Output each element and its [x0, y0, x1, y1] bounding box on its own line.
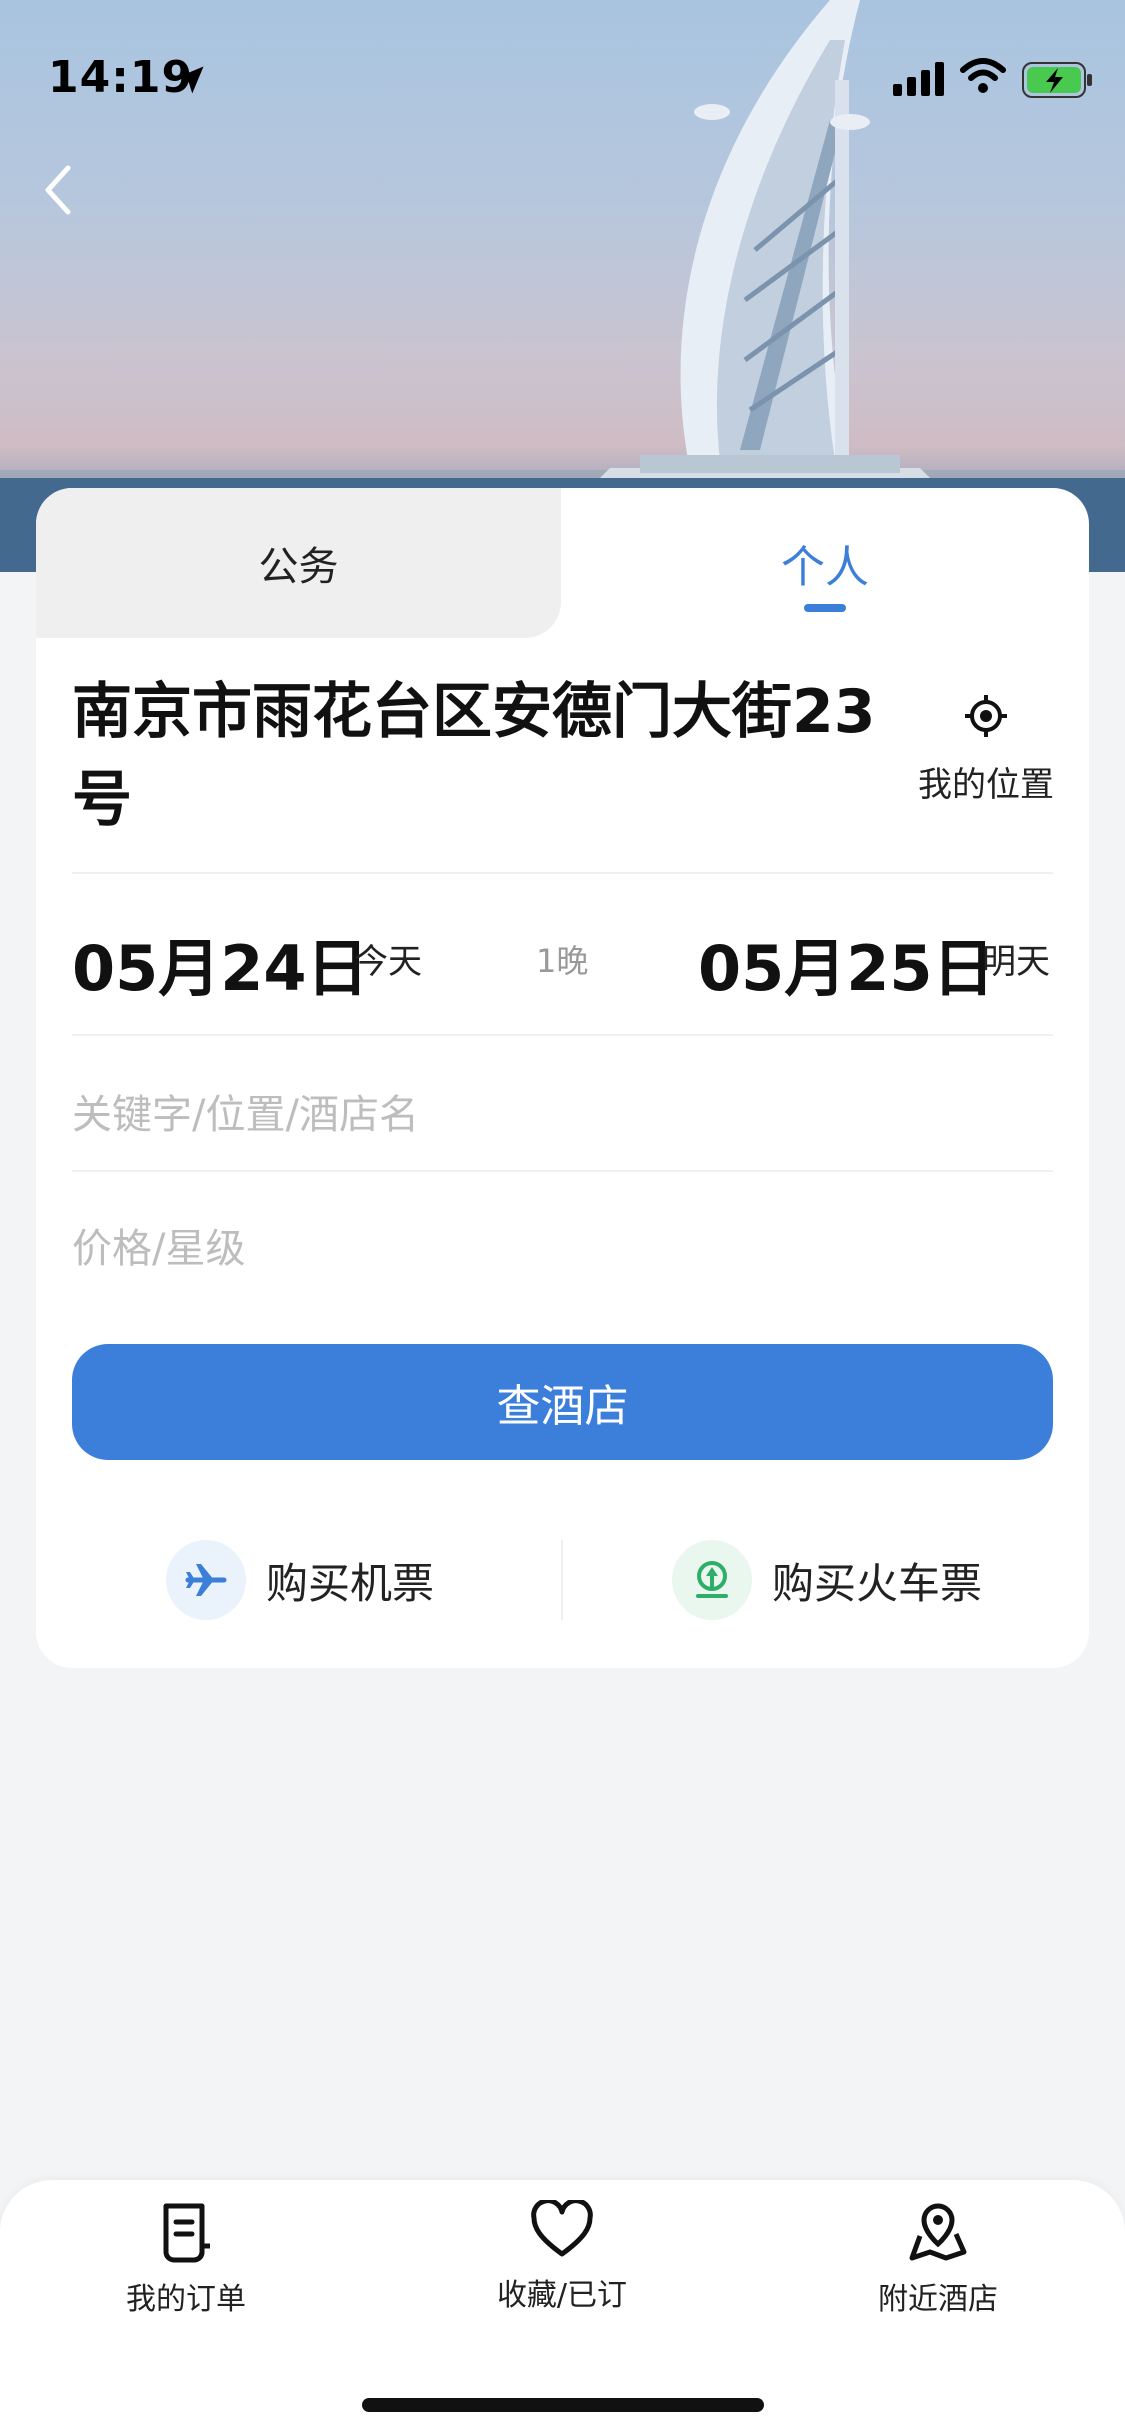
nav-nearby-hotels[interactable]: 附近酒店: [818, 2200, 1058, 2318]
check-out-day: 明天: [982, 942, 1050, 982]
my-location-label: 我的位置: [918, 765, 1054, 805]
active-tab-indicator: [804, 604, 846, 612]
back-button[interactable]: [38, 160, 98, 230]
buy-flight-tickets-link[interactable]: 购买机票: [166, 1540, 434, 1620]
quick-links-divider: [561, 1540, 563, 1620]
nav-favorites-label: 收藏/已订: [496, 2278, 628, 2313]
check-in-date[interactable]: 05月24日: [72, 918, 369, 1008]
home-indicator: [362, 2398, 764, 2412]
price-star-filter[interactable]: 价格/星级: [72, 1216, 245, 1274]
keyword-input[interactable]: 关键字/位置/酒店名: [72, 1082, 419, 1140]
train-icon: [672, 1540, 752, 1620]
status-bar: 14:19: [0, 0, 1125, 150]
locate-icon: [963, 695, 1009, 743]
buy-train-tickets-link[interactable]: 购买火车票: [672, 1540, 982, 1620]
nav-my-orders[interactable]: 我的订单: [66, 2200, 306, 2318]
destination-address[interactable]: 南京市雨花台区安德门大街23号: [72, 668, 912, 844]
nights-count: 1晚: [536, 942, 589, 980]
my-location-button[interactable]: 我的位置: [896, 693, 1076, 806]
divider: [72, 1170, 1053, 1172]
check-out-date[interactable]: 05月25日: [698, 918, 995, 1008]
buy-train-label: 购买火车票: [772, 1558, 983, 1608]
divider: [72, 872, 1053, 874]
heart-icon: [530, 2198, 594, 2264]
hero-image: 14:19: [0, 0, 1125, 572]
divider: [72, 1034, 1053, 1036]
map-pin-icon: [906, 2203, 970, 2268]
check-in-day: 今天: [354, 942, 422, 982]
airplane-icon: [166, 1540, 246, 1620]
order-icon: [156, 2203, 216, 2268]
search-hotels-label: 查酒店: [496, 1381, 629, 1432]
search-hotels-button[interactable]: 查酒店: [72, 1344, 1053, 1460]
tab-personal-label: 个人: [781, 542, 869, 593]
nav-favorites[interactable]: 收藏/已订: [442, 2198, 682, 2314]
tab-personal[interactable]: 个人: [561, 488, 1089, 638]
nav-my-orders-label: 我的订单: [126, 2282, 246, 2317]
buy-flight-label: 购买机票: [266, 1558, 435, 1608]
tab-business-label: 公务: [258, 544, 339, 590]
nav-nearby-hotels-label: 附近酒店: [878, 2282, 998, 2317]
hotel-search-card: 公务 个人 南京市雨花台区安德门大街23号 我的位置 05月24日 今天 1晚 …: [36, 488, 1089, 1668]
tab-business[interactable]: 公务: [36, 488, 561, 638]
